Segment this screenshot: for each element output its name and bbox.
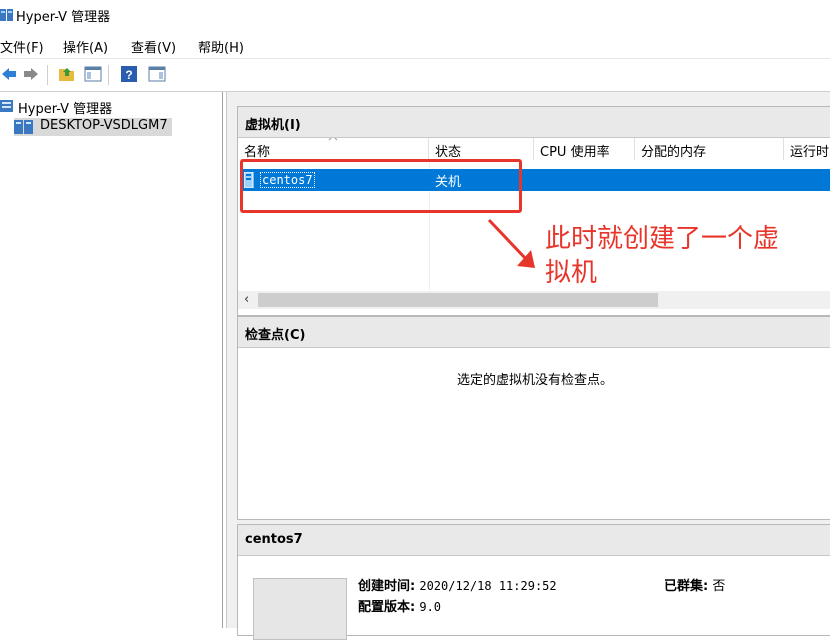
server-icon xyxy=(14,120,34,138)
vm-thumbnail xyxy=(253,578,347,640)
hyperv-manager-icon xyxy=(0,99,14,117)
toolbar-separator xyxy=(47,65,48,85)
column-header-label: 运行时 xyxy=(790,145,830,160)
scroll-left-icon[interactable]: ‹ xyxy=(244,292,249,307)
show-hide-action-pane-icon[interactable] xyxy=(148,65,166,83)
show-hide-console-tree-icon[interactable] xyxy=(84,65,102,83)
menu-help[interactable]: 帮助(H) xyxy=(198,37,244,56)
menu-file[interactable]: 文件(F) xyxy=(0,37,44,56)
vm-list-header: 名称 状态 CPU 使用率 分配的内存 运行时 xyxy=(238,138,830,160)
checkpoint-panel-title: 检查点(C) xyxy=(245,328,306,343)
column-header-uptime[interactable]: 运行时 xyxy=(784,138,830,160)
vm-panel-header: 虚拟机(I) xyxy=(238,107,830,138)
details-panel-header: centos7 xyxy=(238,525,830,556)
detail-value: 否 xyxy=(712,579,726,594)
column-header-name[interactable]: 名称 xyxy=(238,138,429,160)
column-header-state[interactable]: 状态 xyxy=(429,138,534,160)
vm-panel-title: 虚拟机(I) xyxy=(245,118,301,133)
detail-clustered: 已群集: 否 xyxy=(664,575,725,594)
folder-up-icon[interactable] xyxy=(58,65,76,83)
detail-created: 创建时间: 2020/12/18 11:29:52 xyxy=(358,575,557,594)
toolbar: ? xyxy=(0,58,830,92)
back-arrow-icon[interactable] xyxy=(0,65,18,83)
results-pane: 虚拟机(I) 名称 状态 CPU 使用率 分配的内存 运行时 centos7 关… xyxy=(226,92,830,640)
detail-label: 配置版本: xyxy=(358,600,416,615)
detail-value: 2020/12/18 11:29:52 xyxy=(419,579,557,593)
detail-config-version: 配置版本: 9.0 xyxy=(358,596,441,615)
annotation-line: 此时就创建了一个虚 xyxy=(545,224,780,254)
column-header-cpu[interactable]: CPU 使用率 xyxy=(534,138,635,160)
checkpoint-empty-text: 选定的虚拟机没有检查点。 xyxy=(456,373,613,388)
tree-item-server[interactable]: DESKTOP-VSDLGM7 xyxy=(14,118,172,136)
column-header-label: 分配的内存 xyxy=(641,145,707,160)
scrollbar-thumb[interactable] xyxy=(258,293,658,307)
tree-item-label: Hyper-V 管理器 xyxy=(18,102,113,117)
toolbar-separator xyxy=(108,65,109,85)
tree-item-label: DESKTOP-VSDLGM7 xyxy=(40,118,168,133)
highlight-box xyxy=(240,159,522,213)
help-icon[interactable]: ? xyxy=(120,65,138,83)
column-header-label: 名称 xyxy=(244,145,271,160)
menu-bar: 文件(F) 操作(A) 查看(V) 帮助(H) xyxy=(0,33,830,56)
column-header-memory[interactable]: 分配的内存 xyxy=(635,138,784,160)
detail-label: 创建时间: xyxy=(358,579,416,594)
checkpoint-panel: 检查点(C) 选定的虚拟机没有检查点。 xyxy=(237,316,830,520)
window-title: Hyper-V 管理器 xyxy=(16,10,111,25)
sort-ascending-icon xyxy=(328,138,338,141)
horizontal-scrollbar[interactable]: ‹ xyxy=(238,291,830,309)
svg-text:?: ? xyxy=(125,68,132,82)
column-header-label: CPU 使用率 xyxy=(540,145,610,160)
console-tree: Hyper-V 管理器 DESKTOP-VSDLGM7 xyxy=(0,92,223,628)
checkpoint-panel-header: 检查点(C) xyxy=(238,317,830,348)
forward-arrow-icon[interactable] xyxy=(22,65,40,83)
detail-value: 9.0 xyxy=(419,600,442,614)
column-header-label: 状态 xyxy=(435,145,462,160)
annotation-text: 此时就创建了一个虚 拟机 xyxy=(545,222,779,290)
menu-view[interactable]: 查看(V) xyxy=(131,37,176,56)
menu-action[interactable]: 操作(A) xyxy=(63,37,108,56)
annotation-line: 拟机 xyxy=(545,258,598,288)
details-panel: centos7 创建时间: 2020/12/18 11:29:52 已群集: 否… xyxy=(237,524,830,640)
details-panel-title: centos7 xyxy=(245,532,303,547)
annotation-arrow xyxy=(485,216,545,280)
hyperv-app-icon xyxy=(0,8,14,22)
detail-label: 已群集: xyxy=(664,579,709,594)
title-bar: Hyper-V 管理器 xyxy=(0,0,830,30)
